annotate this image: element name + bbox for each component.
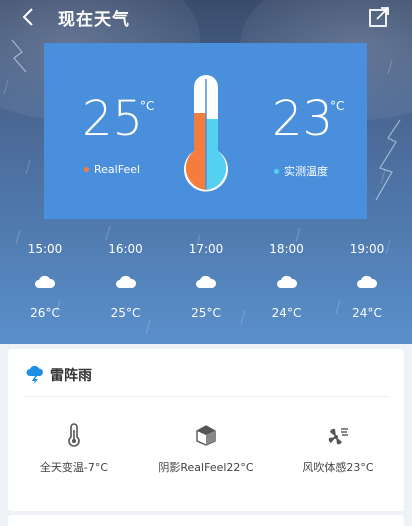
stat-label: 阴影RealFeel22°C xyxy=(158,461,254,474)
forecast-item[interactable]: 18:00 24°C xyxy=(256,242,318,332)
degree-unit: °C xyxy=(140,99,155,113)
forecast-item[interactable]: 19:00 24°C xyxy=(336,242,398,332)
cloud-icon xyxy=(115,275,136,288)
next-card-edge xyxy=(8,515,404,526)
forecast-temp: 24°C xyxy=(271,306,302,320)
realfeel-label: RealFeel xyxy=(94,163,141,176)
cyan-dot-icon xyxy=(274,168,279,174)
forecast-temp: 24°C xyxy=(352,306,382,320)
hourly-forecast: 15:00 26°C 16:00 25°C 17:00 25°C 18:00 2… xyxy=(14,242,398,332)
forecast-temp: 25°C xyxy=(191,306,221,320)
measured-label: 实测温度 xyxy=(284,165,328,178)
share-icon[interactable] xyxy=(368,6,390,28)
forecast-time: 16:00 xyxy=(108,242,143,256)
thermometer-icon xyxy=(184,75,228,192)
condition-stats: 全天变温-7°C 阴影RealFeel22°C 风吹体感23°C xyxy=(8,423,404,483)
measured-temperature: 23 xyxy=(272,91,334,147)
forecast-item[interactable]: 15:00 26°C xyxy=(14,242,76,332)
top-bar: 现在天气 xyxy=(0,0,412,34)
stat-temperature-range: 全天变温-7°C xyxy=(14,423,134,483)
stat-label: 风吹体感23°C xyxy=(302,461,374,474)
forecast-time: 19:00 xyxy=(349,242,385,256)
thunderstorm-icon xyxy=(26,365,43,385)
divider xyxy=(24,396,388,397)
cloud-icon xyxy=(276,275,297,288)
condition-panel: 雷阵雨 全天变温-7°C 阴影RealFeel22°C 风吹体感23°C xyxy=(8,349,404,511)
realfeel-legend: RealFeel xyxy=(84,163,140,176)
degree-unit: °C xyxy=(330,99,345,113)
stat-shade-realfeel: 阴影RealFeel22°C xyxy=(146,423,266,483)
forecast-temp: 26°C xyxy=(30,306,60,320)
shade-icon xyxy=(196,425,216,446)
forecast-time: 18:00 xyxy=(269,242,304,256)
measured-legend: 实测温度 xyxy=(274,163,328,179)
page-title: 现在天气 xyxy=(58,10,130,30)
cloud-icon xyxy=(196,275,217,288)
cloud-icon xyxy=(357,275,378,288)
forecast-time: 17:00 xyxy=(188,242,224,256)
stat-wind-chill: 风吹体感23°C xyxy=(278,423,398,483)
thermometer-card: 25 °C RealFeel 23 °C 实测温度 xyxy=(44,43,367,219)
back-arrow-icon[interactable] xyxy=(18,6,40,28)
forecast-time: 15:00 xyxy=(27,242,63,256)
cloud-icon xyxy=(35,275,56,288)
forecast-temp: 25°C xyxy=(110,306,141,320)
forecast-item[interactable]: 17:00 25°C xyxy=(175,242,237,332)
stat-label: 全天变温-7°C xyxy=(39,461,109,474)
orange-dot-icon xyxy=(84,167,89,172)
forecast-item[interactable]: 16:00 25°C xyxy=(95,242,157,332)
thermometer-icon xyxy=(68,423,80,447)
realfeel-temperature: 25 xyxy=(82,91,144,147)
condition-header: 雷阵雨 xyxy=(26,365,92,385)
wind-chill-icon xyxy=(328,428,348,445)
condition-title: 雷阵雨 xyxy=(50,368,92,384)
